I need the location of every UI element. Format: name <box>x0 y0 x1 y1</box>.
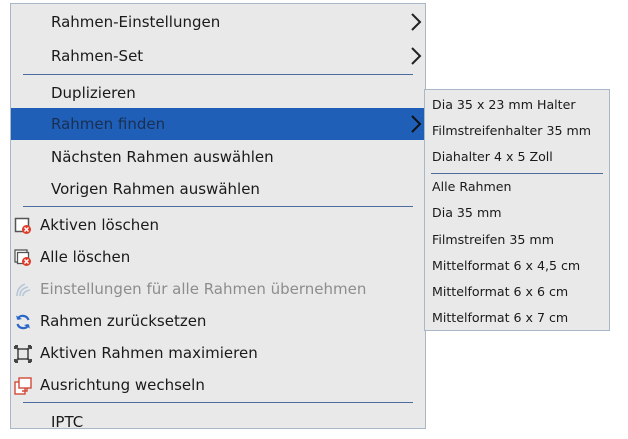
chevron-right-icon <box>411 13 422 31</box>
submenu-item-filmstreifen-35mm[interactable]: Filmstreifen 35 mm <box>432 227 554 253</box>
rotate-orientation-icon <box>14 377 32 395</box>
chevron-right-icon <box>411 115 422 133</box>
menu-item-label: Alle löschen <box>40 248 131 266</box>
menu-item-label: Rahmen-Set <box>51 47 144 65</box>
delete-all-frames-icon <box>14 249 31 266</box>
submenu-rahmen-finden: Dia 35 x 23 mm Halter Filmstreifenhalter… <box>424 89 610 331</box>
menu-separator <box>23 402 413 403</box>
submenu-item-mittelformat-6x45[interactable]: Mittelformat 6 x 4,5 cm <box>432 253 580 279</box>
menu-item-ausrichtung-wechseln[interactable]: Ausrichtung wechseln <box>11 369 425 401</box>
menu-item-label: IPTC <box>51 413 84 431</box>
submenu-item-filmstreifenhalter-35mm[interactable]: Filmstreifenhalter 35 mm <box>432 118 591 144</box>
menu-item-label: Duplizieren <box>51 84 136 102</box>
submenu-item-diahalter-4x5[interactable]: Diahalter 4 x 5 Zoll <box>432 144 553 170</box>
menu-item-vorigen-rahmen[interactable]: Vorigen Rahmen auswählen <box>11 173 425 205</box>
menu-item-einstellungen-fuer-alle[interactable]: Einstellungen für alle Rahmen übernehmen <box>11 273 425 305</box>
menu-item-label: Rahmen finden <box>51 115 166 133</box>
context-menu: Rahmen-Einstellungen Rahmen-Set Duplizie… <box>10 3 426 431</box>
chevron-right-icon <box>411 47 422 65</box>
menu-item-label: Ausrichtung wechseln <box>40 376 205 394</box>
maximize-icon <box>14 345 32 363</box>
menu-item-label: Rahmen zurücksetzen <box>40 312 207 330</box>
menu-item-label: Aktiven löschen <box>40 216 160 234</box>
menu-item-rahmen-set[interactable]: Rahmen-Set <box>11 40 425 72</box>
menu-item-alle-loeschen[interactable]: Alle löschen <box>11 241 425 273</box>
delete-frame-icon <box>14 217 31 234</box>
menu-item-rahmen-finden[interactable]: Rahmen finden <box>11 108 425 140</box>
submenu-item-mittelformat-6x6[interactable]: Mittelformat 6 x 6 cm <box>432 279 568 305</box>
menu-item-aktiven-rahmen-maximieren[interactable]: Aktiven Rahmen maximieren <box>11 337 425 369</box>
menu-item-rahmen-zuruecksetzen[interactable]: Rahmen zurücksetzen <box>11 305 425 337</box>
menu-item-rahmen-einstellungen[interactable]: Rahmen-Einstellungen <box>11 6 425 38</box>
menu-item-label: Aktiven Rahmen maximieren <box>40 344 258 362</box>
menu-separator <box>23 206 413 207</box>
submenu-item-alle-rahmen[interactable]: Alle Rahmen <box>432 174 512 200</box>
menu-item-label: Nächsten Rahmen auswählen <box>51 148 274 166</box>
menu-item-iptc[interactable]: IPTC <box>11 405 425 431</box>
apply-all-icon <box>16 283 31 297</box>
menu-item-label: Einstellungen für alle Rahmen übernehmen <box>40 280 367 298</box>
submenu-item-mittelformat-6x7[interactable]: Mittelformat 6 x 7 cm <box>432 305 568 331</box>
menu-item-label: Vorigen Rahmen auswählen <box>51 180 260 198</box>
menu-item-naechsten-rahmen[interactable]: Nächsten Rahmen auswählen <box>11 141 425 173</box>
submenu-item-dia-35mm[interactable]: Dia 35 mm <box>432 200 501 226</box>
menu-item-aktiven-loeschen[interactable]: Aktiven löschen <box>11 209 425 241</box>
menu-item-duplizieren[interactable]: Duplizieren <box>11 77 425 109</box>
menu-item-label: Rahmen-Einstellungen <box>51 13 221 31</box>
reset-icon <box>16 314 30 330</box>
submenu-item-dia-35x23-halter[interactable]: Dia 35 x 23 mm Halter <box>432 92 576 118</box>
menu-separator <box>23 74 413 75</box>
